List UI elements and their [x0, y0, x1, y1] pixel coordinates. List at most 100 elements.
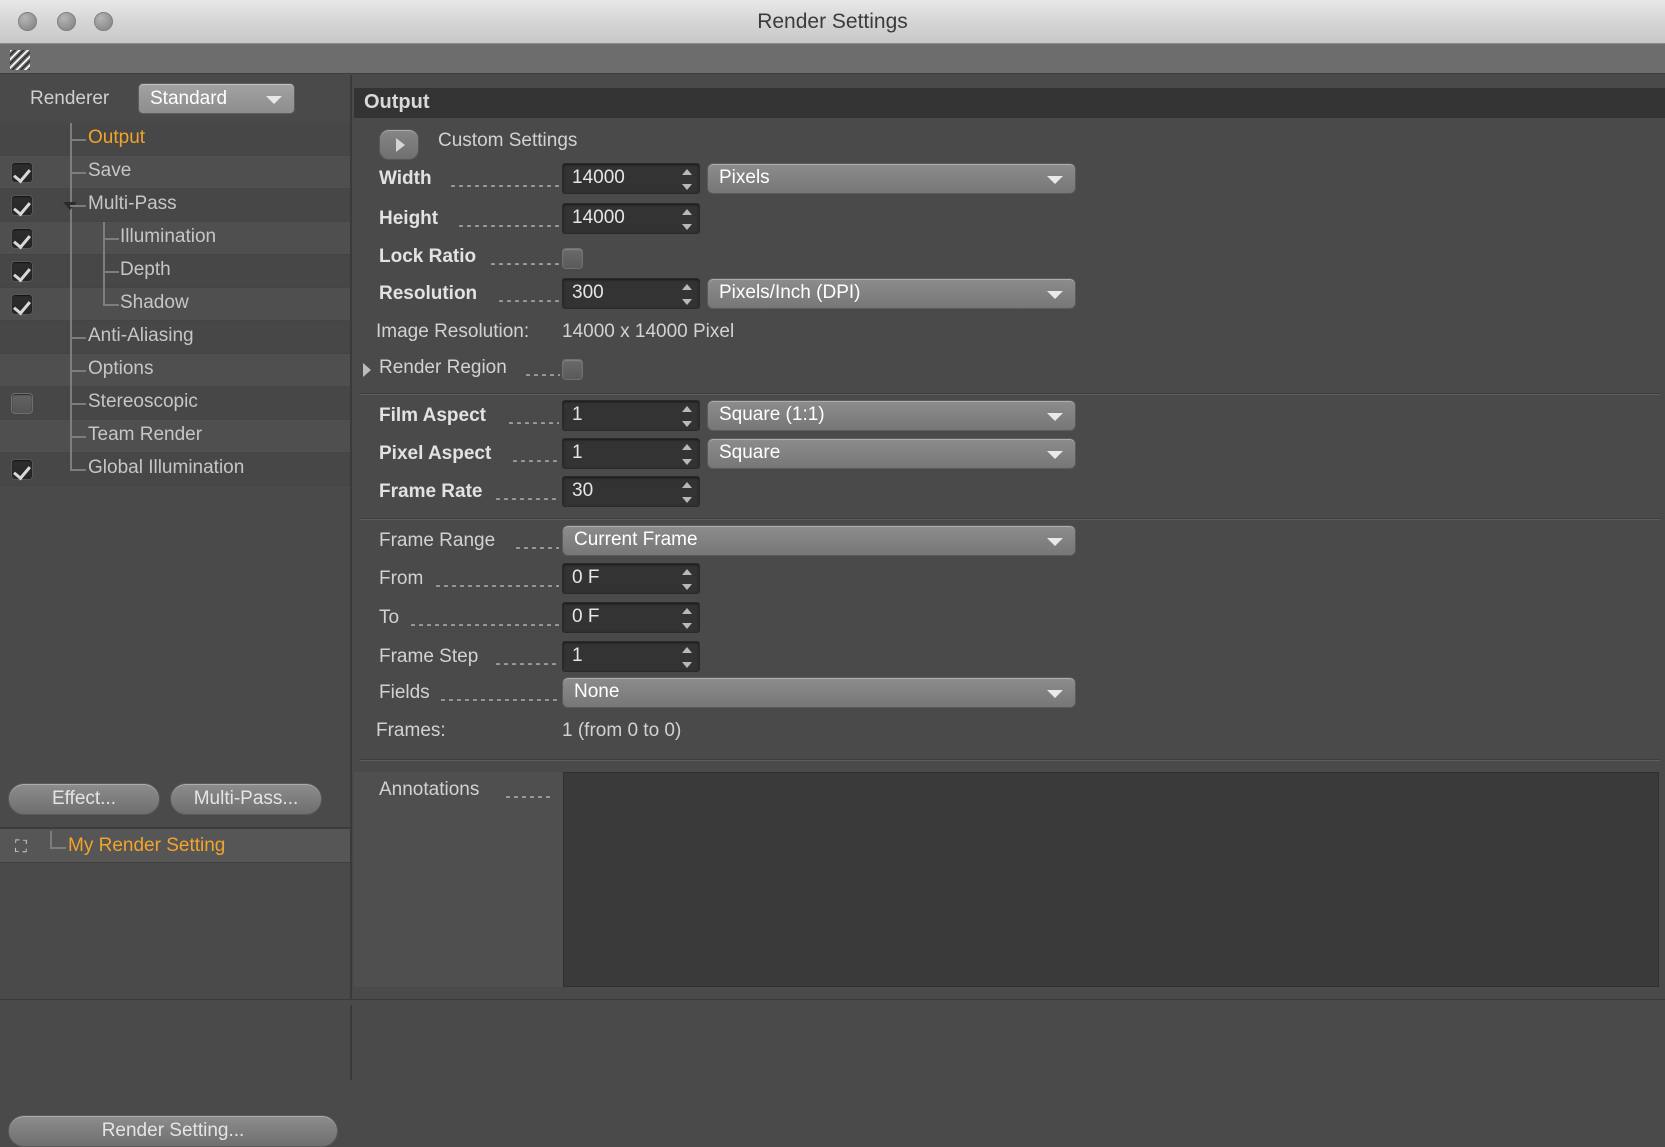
sidebar-item-label: Global Illumination	[88, 457, 245, 478]
width-unit-value: Pixels	[719, 167, 770, 188]
checkbox-stereoscopic[interactable]	[11, 393, 33, 414]
multi-pass-button[interactable]: Multi-Pass...	[170, 783, 322, 815]
expand-arrow-icon[interactable]	[363, 363, 371, 377]
frame-step-stepper[interactable]	[682, 647, 693, 668]
section-divider	[360, 759, 1660, 761]
dot-leader	[514, 547, 559, 549]
frame-range-value: Current Frame	[574, 529, 698, 550]
drag-grip-icon[interactable]	[10, 50, 30, 70]
fields-label: Fields	[379, 682, 430, 703]
sidebar-item-label: Stereoscopic	[88, 391, 198, 412]
sidebar-item-label: Output	[88, 127, 146, 148]
annotations-label-bg	[354, 772, 563, 987]
sidebar-item-options[interactable]: Options	[0, 354, 350, 387]
checkbox-multi-pass[interactable]	[11, 195, 33, 216]
sidebar-item-label: Depth	[120, 259, 171, 280]
film-aspect-input[interactable]: 1	[562, 400, 700, 431]
render-region-label: Render Region	[379, 357, 507, 378]
dot-leader	[497, 300, 559, 302]
from-stepper[interactable]	[682, 569, 693, 590]
to-stepper[interactable]	[682, 608, 693, 629]
pixel-aspect-stepper[interactable]	[682, 444, 693, 465]
to-value: 0 F	[572, 606, 600, 627]
width-row: Width 14000 Pixels	[354, 163, 1665, 202]
width-value: 14000	[572, 167, 625, 188]
sidebar-item-output[interactable]: Output	[0, 123, 350, 156]
sidebar-item-save[interactable]: Save	[0, 156, 350, 189]
fields-dropdown[interactable]: None	[562, 677, 1076, 708]
checkbox-global-illumination[interactable]	[11, 459, 33, 480]
film-aspect-stepper[interactable]	[682, 406, 693, 427]
checkbox-shadow[interactable]	[11, 294, 33, 315]
film-aspect-value: 1	[572, 404, 583, 425]
annotations-textarea[interactable]	[563, 772, 1659, 987]
annotations-label: Annotations	[379, 779, 480, 800]
dot-leader	[507, 422, 559, 424]
width-stepper[interactable]	[682, 169, 693, 190]
sidebar-item-label: Team Render	[88, 424, 203, 445]
window-title: Render Settings	[757, 10, 908, 33]
frame-rate-stepper[interactable]	[682, 482, 693, 503]
checkbox-save[interactable]	[11, 162, 33, 183]
film-aspect-preset-dropdown[interactable]: Square (1:1)	[707, 400, 1076, 431]
frame-rate-input[interactable]: 30	[562, 476, 700, 507]
custom-settings-row: Custom Settings	[354, 125, 1665, 164]
output-panel: Output Custom Settings Width 14000 Pixel…	[354, 75, 1665, 1080]
height-stepper[interactable]	[682, 209, 693, 230]
sidebar-item-label: Save	[88, 160, 132, 181]
sidebar-item-label: Illumination	[120, 226, 217, 247]
sidebar-item-label: Shadow	[120, 292, 189, 313]
sidebar-item-depth[interactable]: Depth	[0, 255, 350, 288]
to-input[interactable]: 0 F	[562, 602, 700, 633]
lock-ratio-checkbox[interactable]	[562, 248, 583, 269]
height-input[interactable]: 14000	[562, 203, 700, 234]
frame-range-dropdown[interactable]: Current Frame	[562, 525, 1076, 556]
render-region-checkbox[interactable]	[562, 359, 583, 380]
sidebar-item-anti-aliasing[interactable]: Anti-Aliasing	[0, 321, 350, 354]
current-render-setting-label: My Render Setting	[68, 835, 226, 856]
pixel-aspect-preset-value: Square	[719, 442, 781, 463]
resolution-input[interactable]: 300	[562, 278, 700, 309]
current-render-setting-row[interactable]: ⛶ My Render Setting	[0, 827, 350, 863]
render-setting-button[interactable]: Render Setting...	[8, 1115, 338, 1147]
resolution-label: Resolution	[379, 283, 478, 304]
frame-range-label: Frame Range	[379, 530, 496, 551]
section-divider	[360, 518, 1660, 520]
checkbox-depth[interactable]	[11, 261, 33, 282]
chevron-down-icon	[1047, 413, 1063, 421]
dot-leader	[494, 498, 559, 500]
sidebar-item-stereoscopic[interactable]: Stereoscopic	[0, 387, 350, 420]
width-input[interactable]: 14000	[562, 163, 700, 194]
frame-rate-value: 30	[572, 480, 594, 501]
checkbox-illumination[interactable]	[11, 228, 33, 249]
sidebar-item-illumination[interactable]: Illumination	[0, 222, 350, 255]
chevron-down-icon	[266, 96, 282, 104]
effect-button[interactable]: Effect...	[8, 783, 160, 815]
sidebar-item-multi-pass[interactable]: Multi-Pass	[0, 189, 350, 222]
sidebar-item-shadow[interactable]: Shadow	[0, 288, 350, 321]
width-unit-dropdown[interactable]: Pixels	[707, 163, 1076, 194]
image-resolution-label: Image Resolution:	[376, 321, 530, 342]
collapsed-arrow-icon[interactable]	[379, 129, 419, 160]
settings-tree: Output Save Multi-Pass Illumination Dept…	[0, 123, 350, 718]
frame-step-input[interactable]: 1	[562, 641, 700, 672]
window-titlebar: Render Settings	[0, 0, 1665, 44]
pixel-aspect-preset-dropdown[interactable]: Square	[707, 438, 1076, 469]
dot-leader	[457, 225, 559, 227]
film-aspect-label: Film Aspect	[379, 405, 486, 426]
renderer-dropdown[interactable]: Standard	[138, 83, 295, 114]
sidebar-item-team-render[interactable]: Team Render	[0, 420, 350, 453]
image-resolution-value: 14000 x 14000 Pixel	[562, 321, 735, 342]
resolution-stepper[interactable]	[682, 284, 693, 305]
from-input[interactable]: 0 F	[562, 563, 700, 594]
frame-step-row: Frame Step 1	[354, 641, 1665, 680]
frame-rate-row: Frame Rate 30	[354, 476, 1665, 515]
toolbar	[0, 44, 1665, 74]
pixel-aspect-input[interactable]: 1	[562, 438, 700, 469]
sidebar-item-global-illumination[interactable]: Global Illumination	[0, 453, 350, 486]
resolution-unit-dropdown[interactable]: Pixels/Inch (DPI)	[707, 278, 1076, 309]
window-body: Renderer Standard Output Save Multi-Pass…	[0, 75, 1665, 1147]
height-label: Height	[379, 208, 439, 229]
from-label: From	[379, 568, 424, 589]
renderer-label: Renderer	[30, 88, 110, 109]
